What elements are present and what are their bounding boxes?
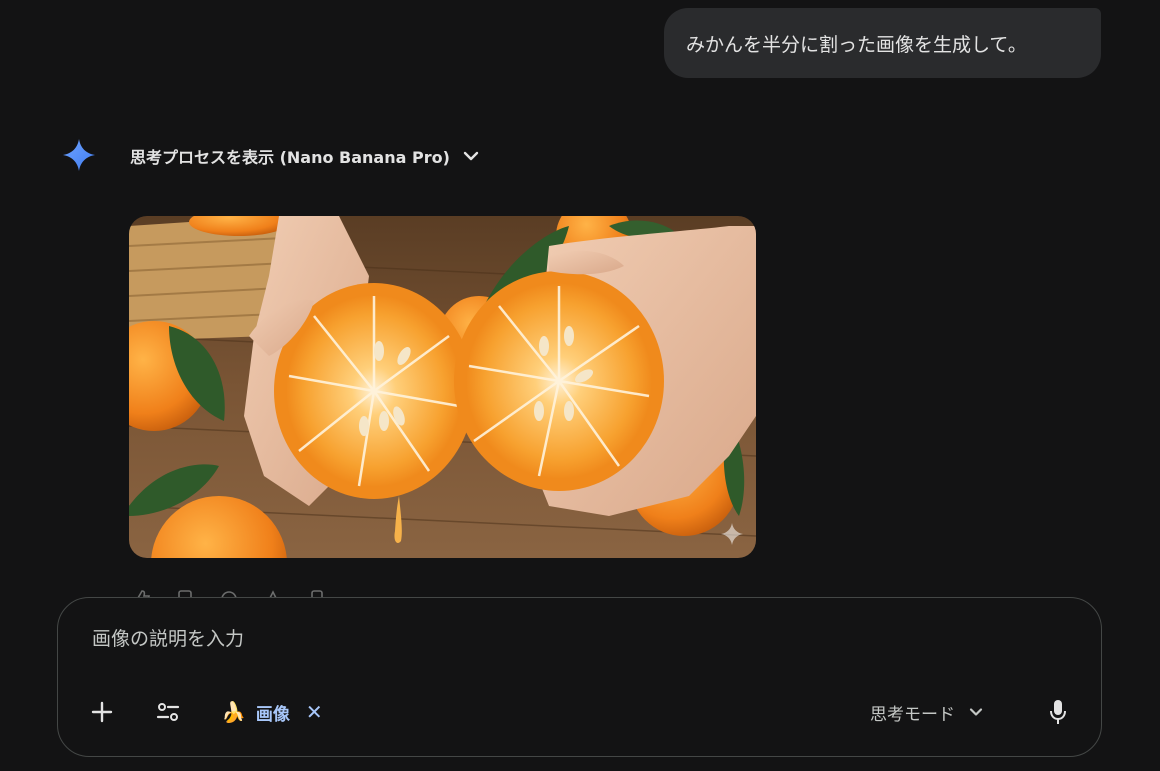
show-thinking-toggle[interactable]: 思考プロセスを表示 (Nano Banana Pro) bbox=[130, 142, 482, 170]
mic-icon bbox=[1050, 700, 1066, 724]
banana-icon: 🍌 bbox=[221, 700, 246, 724]
mic-button[interactable] bbox=[1042, 696, 1074, 728]
chip-close-icon[interactable]: ✕ bbox=[306, 700, 323, 724]
prompt-composer: 🍌 画像 ✕ 思考モード bbox=[57, 597, 1102, 757]
chevron-down-icon bbox=[460, 145, 482, 167]
sparkle-icon bbox=[721, 523, 743, 545]
tune-icon bbox=[156, 703, 180, 721]
prompt-input[interactable] bbox=[92, 628, 992, 650]
gemini-star-icon bbox=[63, 139, 95, 171]
tools-button[interactable] bbox=[152, 696, 184, 728]
image-mode-chip[interactable]: 🍌 画像 ✕ bbox=[221, 696, 323, 728]
chip-label: 画像 bbox=[255, 704, 290, 725]
plus-icon bbox=[91, 701, 113, 723]
thinking-label: 思考プロセスを表示 (Nano Banana Pro) bbox=[130, 148, 450, 167]
generated-image-oranges bbox=[129, 216, 756, 558]
user-message-text: みかんを半分に割った画像を生成して。 bbox=[686, 33, 1027, 56]
chat-page: みかんを半分に割った画像を生成して。 思考プロセスを表示 (Nano Banan… bbox=[0, 0, 1160, 771]
user-message-bubble: みかんを半分に割った画像を生成して。 bbox=[664, 8, 1101, 78]
thinking-mode-select[interactable]: 思考モード bbox=[870, 696, 985, 728]
generated-image[interactable] bbox=[129, 216, 756, 558]
mode-label: 思考モード bbox=[870, 704, 955, 725]
add-button[interactable] bbox=[86, 696, 118, 728]
chevron-down-icon bbox=[969, 708, 983, 716]
